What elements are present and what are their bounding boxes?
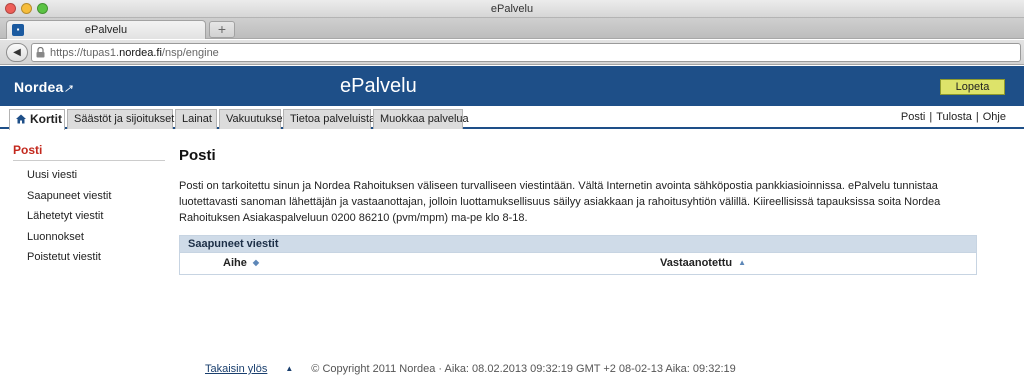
logo-sail-icon: ↗: [63, 83, 73, 95]
main-menu: Kortit Säästöt ja sijoitukset Lainat Vak…: [0, 106, 1024, 130]
util-separator: |: [975, 111, 979, 123]
up-arrow-icon[interactable]: ▲: [285, 364, 293, 373]
intro-text: Posti on tarkoitettu sinun ja Nordea Rah…: [179, 180, 941, 224]
tab-tietoa-palveluista[interactable]: Tietoa palveluista: [283, 109, 375, 129]
url-domain: nordea.fi: [119, 47, 162, 59]
browser-tab-label: ePalvelu: [84, 24, 128, 36]
nordea-logo[interactable]: Nordea↗: [14, 79, 73, 95]
tab-vakuutukset[interactable]: Vakuutukset: [219, 109, 286, 129]
inbox-heading: Saapuneet viestit: [180, 236, 976, 252]
footer: Takaisin ylös ▲ © Copyright 2011 Nordea · …: [205, 363, 736, 375]
sidebar-item-uusi-viesti[interactable]: Uusi viesti: [27, 169, 165, 190]
lock-icon: [36, 47, 45, 58]
tab-muokkaa-palvelua[interactable]: Muokkaa palvelua: [373, 109, 469, 129]
browser-navbar: ◀ https://tupas1.nordea.fi/nsp/engine: [0, 40, 1024, 65]
new-tab-button[interactable]: +: [209, 21, 235, 38]
sidebar-item-luonnokset[interactable]: Luonnokset: [27, 231, 165, 252]
address-bar[interactable]: https://tupas1.nordea.fi/nsp/engine: [31, 43, 1021, 62]
sidebar-item-poistetut[interactable]: Poistetut viestit: [27, 251, 165, 272]
sidebar-item-saapuneet[interactable]: Saapuneet viestit: [27, 190, 165, 211]
utility-links: Posti | Tulosta | Ohje: [901, 111, 1006, 123]
url-path: /nsp/engine: [161, 47, 219, 59]
column-aihe[interactable]: Aihe ◆: [223, 257, 259, 269]
column-aihe-label: Aihe: [223, 257, 247, 269]
page-title: Posti: [179, 147, 216, 164]
sidebar-list: Uusi viesti Saapuneet viestit Lähetetyt …: [27, 169, 165, 272]
sidebar-item-lahetetyt[interactable]: Lähetetyt viestit: [27, 210, 165, 231]
back-to-top-link[interactable]: Takaisin ylös: [205, 363, 267, 375]
inbox-column-header-row: Aihe ◆ Vastaanotettu ▲: [180, 252, 976, 274]
tab-saastot[interactable]: Säästöt ja sijoitukset: [67, 109, 174, 129]
home-icon: [16, 114, 26, 124]
util-posti-link[interactable]: Posti: [901, 111, 925, 123]
column-vastaanotettu-label: Vastaanotettu: [660, 257, 733, 269]
main-content: Posti Posti on tarkoitettu sinun ja Nord…: [179, 147, 979, 275]
column-vastaanotettu[interactable]: Vastaanotettu ▲: [660, 257, 746, 269]
tab-lainat[interactable]: Lainat: [175, 109, 217, 129]
logo-text: Nordea: [14, 79, 64, 95]
util-ohje-link[interactable]: Ohje: [983, 111, 1006, 123]
sidebar: Posti Uusi viesti Saapuneet viestit Lähe…: [13, 143, 165, 272]
site-header: Nordea↗ ePalvelu Lopeta: [0, 66, 1024, 106]
back-button[interactable]: ◀: [6, 43, 28, 62]
browser-tab[interactable]: ▪ ePalvelu: [6, 20, 206, 39]
tab-label: Kortit: [30, 112, 62, 126]
sort-up-icon: ▲: [738, 258, 747, 267]
url-prefix: https://tupas1.: [50, 47, 120, 59]
logout-button[interactable]: Lopeta: [940, 79, 1005, 95]
copyright-text: © Copyright 2011 Nordea · Aika: 08.02.20…: [311, 363, 736, 375]
sort-both-icon: ◆: [252, 258, 259, 267]
inbox-table: Saapuneet viestit Aihe ◆ Vastaanotettu ▲: [179, 235, 977, 275]
back-arrow-icon: ◀: [13, 47, 21, 58]
util-tulosta-link[interactable]: Tulosta: [936, 111, 972, 123]
window-title: ePalvelu: [490, 3, 534, 15]
browser-tabbar: ▪ ePalvelu +: [0, 18, 1024, 39]
tab-kortit[interactable]: Kortit: [9, 109, 65, 130]
url-text: https://tupas1.nordea.fi/nsp/engine: [50, 47, 219, 59]
util-separator: |: [929, 111, 933, 123]
sidebar-heading[interactable]: Posti: [13, 143, 165, 161]
app-title: ePalvelu: [340, 75, 417, 97]
window-titlebar: ePalvelu: [0, 0, 1024, 18]
